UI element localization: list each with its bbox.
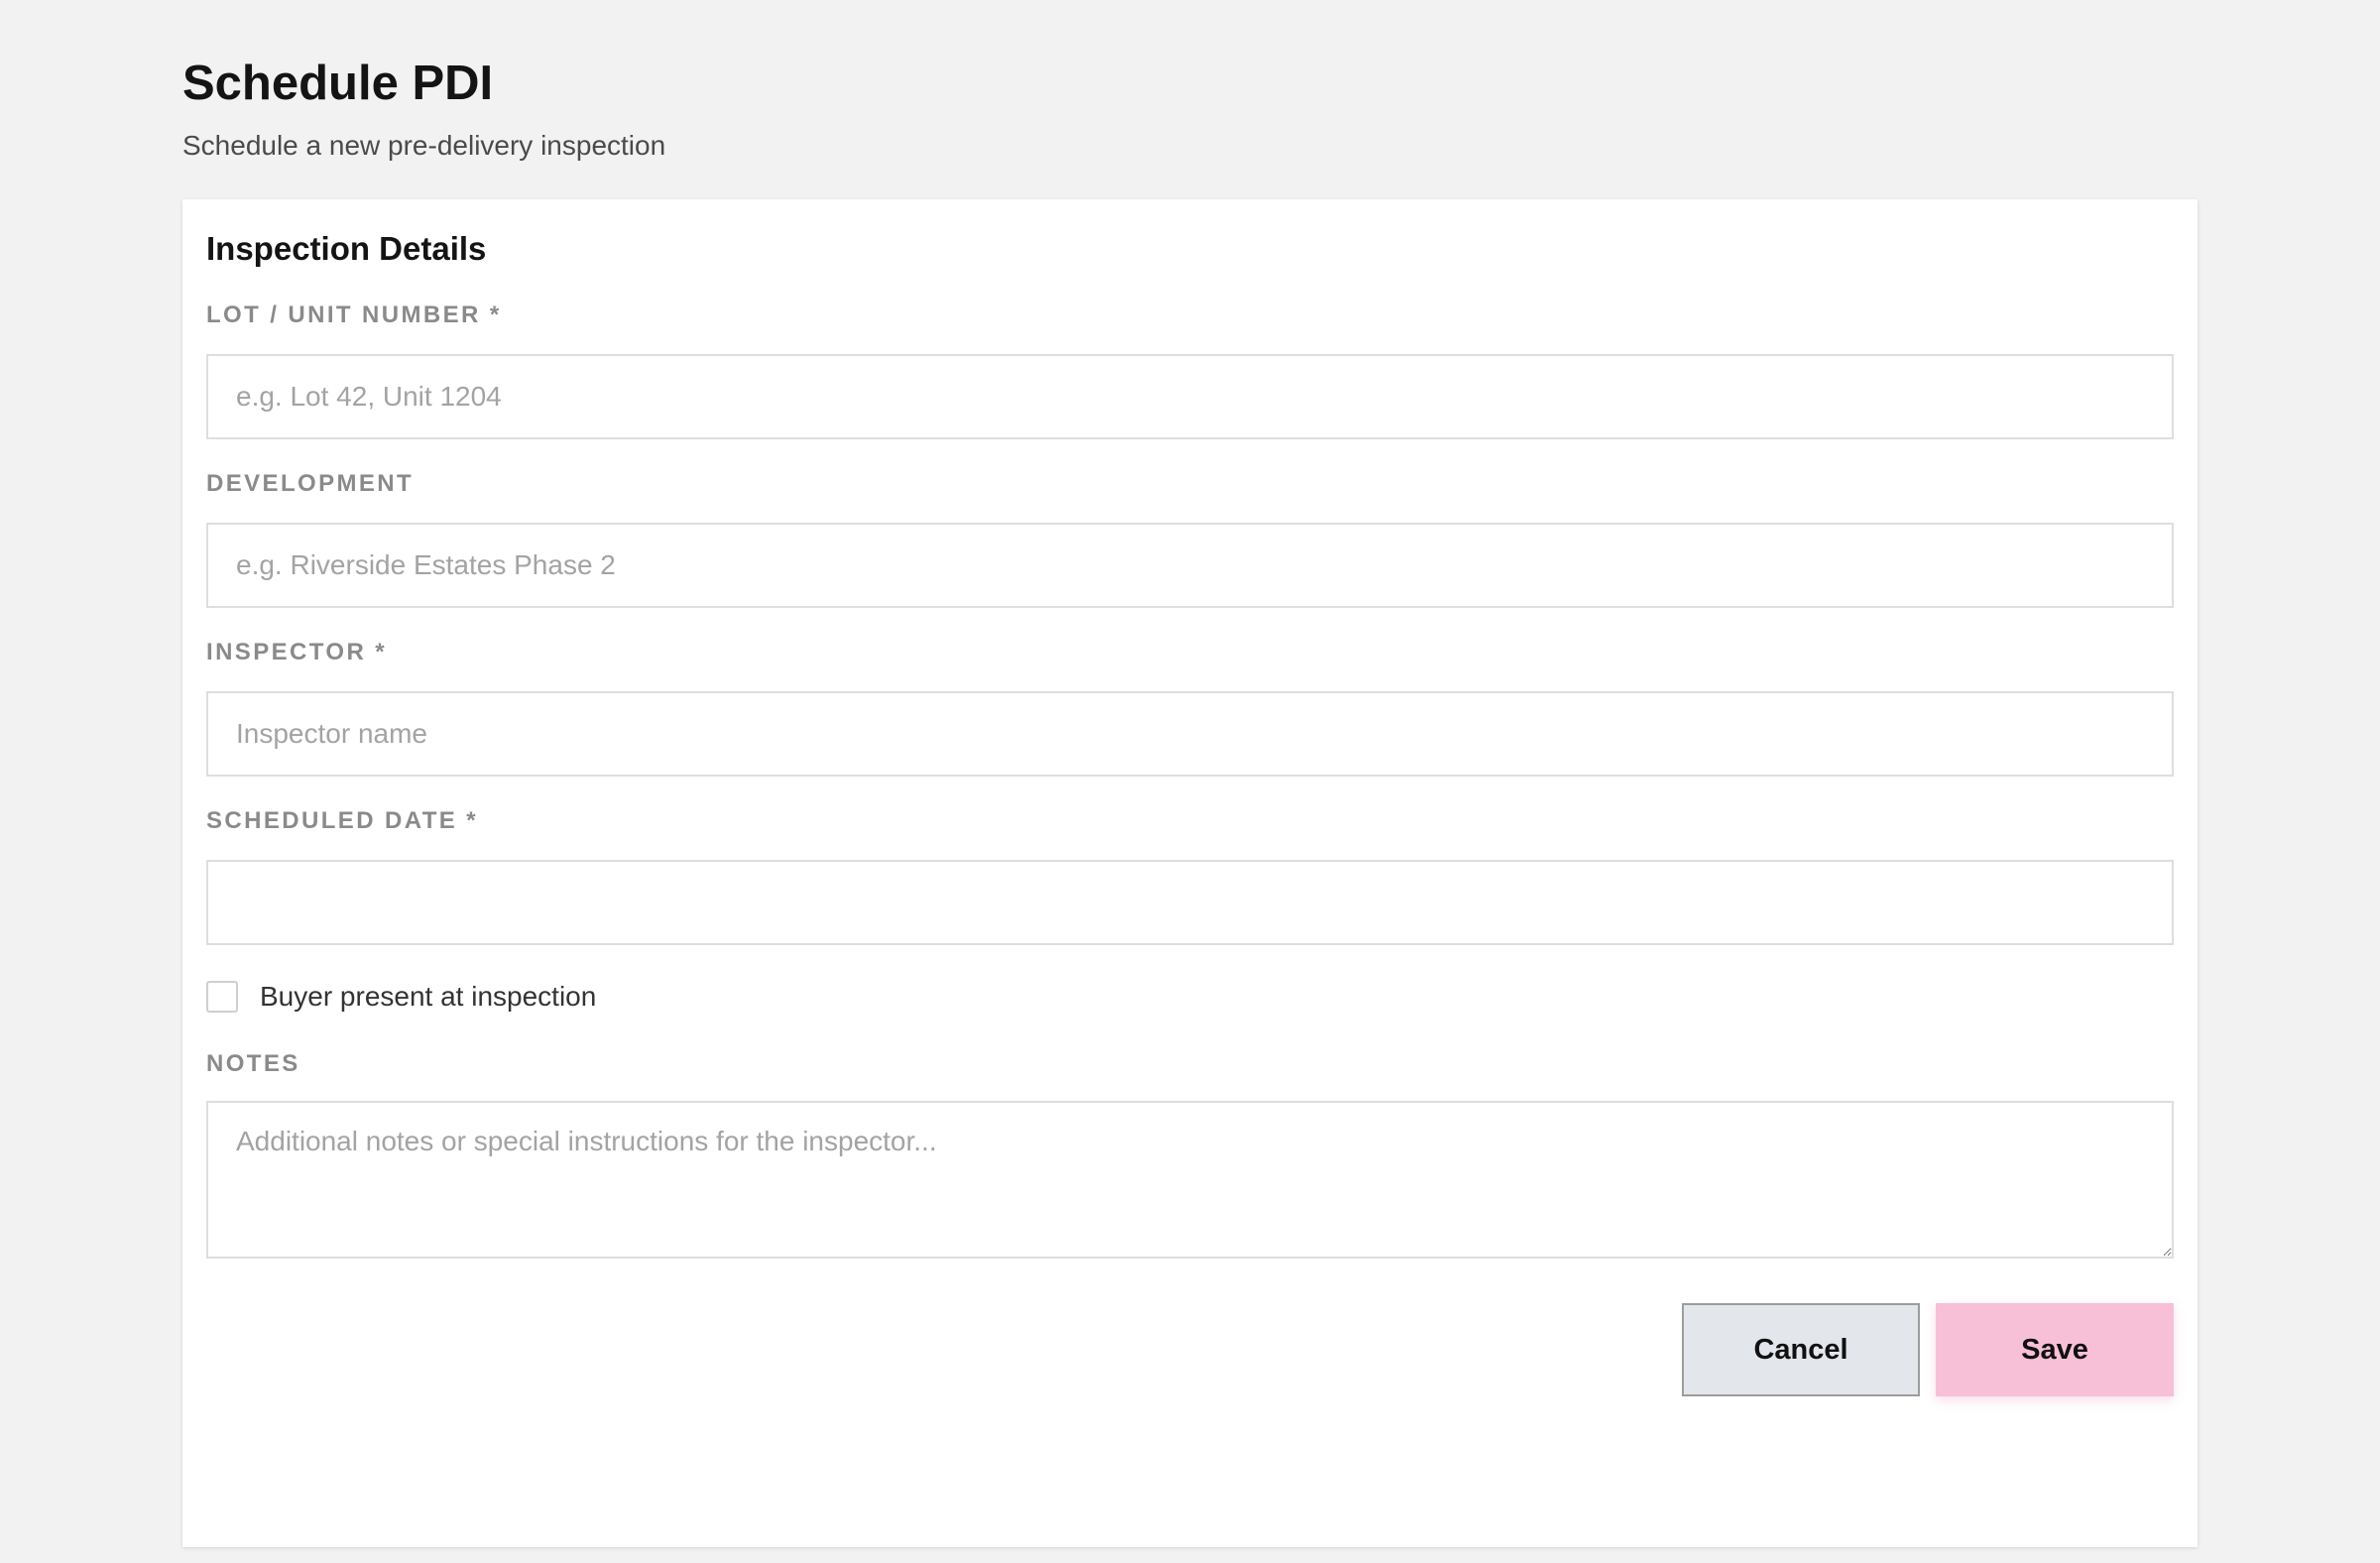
buyer-present-label: Buyer present at inspection [260, 981, 597, 1012]
development-input[interactable] [206, 523, 2174, 608]
page: Schedule PDI Schedule a new pre-delivery… [182, 0, 2198, 1547]
buyer-present-row[interactable]: Buyer present at inspection [206, 979, 596, 1015]
notes-label: NOTES [206, 1050, 300, 1077]
inspector-label: INSPECTOR * [206, 639, 387, 665]
inspection-details-card: Inspection Details LOT / UNIT NUMBER * D… [182, 199, 2198, 1547]
card-title: Inspection Details [206, 230, 487, 267]
lot-unit-number-input[interactable] [206, 354, 2174, 439]
notes-textarea[interactable] [206, 1101, 2174, 1259]
lot-unit-number-label: LOT / UNIT NUMBER * [206, 301, 502, 328]
page-subtitle: Schedule a new pre-delivery inspection [182, 130, 666, 161]
page-title: Schedule PDI [182, 57, 494, 110]
scheduled-date-label: SCHEDULED DATE * [206, 807, 478, 834]
scheduled-date-input[interactable] [206, 860, 2174, 945]
cancel-button[interactable]: Cancel [1682, 1303, 1920, 1396]
buyer-present-checkbox[interactable] [206, 981, 238, 1013]
save-button[interactable]: Save [1936, 1303, 2174, 1396]
development-label: DEVELOPMENT [206, 470, 415, 497]
inspector-input[interactable] [206, 691, 2174, 777]
